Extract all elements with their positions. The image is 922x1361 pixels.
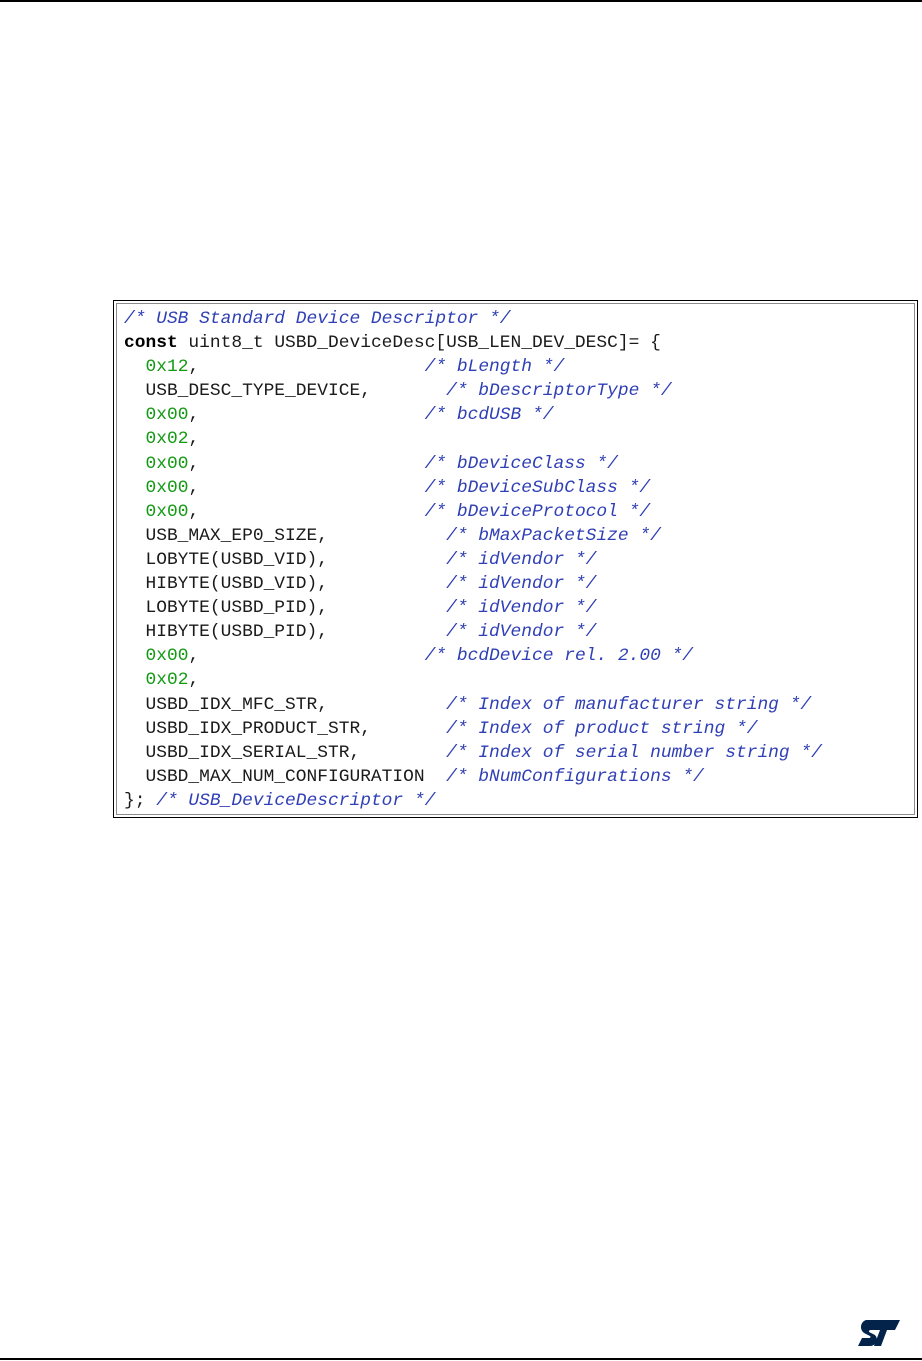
code-comment: /* bDescriptorType */ <box>446 381 672 402</box>
code-number: 0x12 <box>145 357 189 378</box>
code-text: USBD_IDX_MFC_STR, <box>124 694 447 715</box>
code-text: USBD_IDX_SERIAL_STR, <box>124 742 447 763</box>
code-number: 0x00 <box>145 477 189 498</box>
code-comment: /* USB_DeviceDescriptor */ <box>156 790 436 811</box>
code-line: 0x02, <box>124 668 822 692</box>
code-number: 0x00 <box>145 501 189 522</box>
code-comment: /* bcdDevice rel. 2.00 */ <box>424 646 694 667</box>
code-text: HIBYTE(USBD_VID), <box>124 574 447 595</box>
header-rule <box>0 0 922 2</box>
code-comment: /* bMaxPacketSize */ <box>446 525 661 546</box>
code-comment: /* Index of serial number string */ <box>446 742 822 763</box>
code-line: 0x00, /* bcdDevice rel. 2.00 */ <box>124 644 822 668</box>
st-logo-icon <box>858 1320 900 1346</box>
code-number: 0x00 <box>145 405 189 426</box>
code-number: 0x02 <box>145 670 189 691</box>
code-text: USBD_IDX_PRODUCT_STR, <box>124 718 447 739</box>
code-text: , <box>188 429 200 450</box>
code-line: USBD_MAX_NUM_CONFIGURATION /* bNumConfig… <box>124 765 822 789</box>
code-text: LOBYTE(USBD_PID), <box>124 598 447 619</box>
code-line: 0x12, /* bLength */ <box>124 355 822 379</box>
code-line: USB_DESC_TYPE_DEVICE, /* bDescriptorType… <box>124 379 822 403</box>
code-text: , <box>188 453 425 474</box>
code-line: USBD_IDX_PRODUCT_STR, /* Index of produc… <box>124 717 822 741</box>
code-comment: /* idVendor */ <box>446 598 597 619</box>
code-line: USBD_IDX_SERIAL_STR, /* Index of serial … <box>124 741 822 765</box>
code-comment: /* bcdUSB */ <box>424 405 554 426</box>
code-text: , <box>188 646 425 667</box>
code-line: const uint8_t USBD_DeviceDesc[USB_LEN_DE… <box>124 331 822 355</box>
code-comment: /* bDeviceProtocol */ <box>424 501 651 522</box>
code-comment: /* idVendor */ <box>446 574 597 595</box>
code-text: USB_MAX_EP0_SIZE, <box>124 525 447 546</box>
code-comment: /* Index of product string */ <box>446 718 758 739</box>
code-comment: /* bDeviceSubClass */ <box>424 477 651 498</box>
code-comment: /* bLength */ <box>424 357 565 378</box>
code-text: , <box>188 405 425 426</box>
code-line: }; /* USB_DeviceDescriptor */ <box>124 789 822 813</box>
code-comment: /* idVendor */ <box>446 549 597 570</box>
code-comment: /* Index of manufacturer string */ <box>446 694 812 715</box>
code-listing: /* USB Standard Device Descriptor */cons… <box>124 307 822 813</box>
code-line: LOBYTE(USBD_PID), /* idVendor */ <box>124 596 822 620</box>
code-line: 0x02, <box>124 427 822 451</box>
code-line: 0x00, /* bDeviceProtocol */ <box>124 500 822 524</box>
code-comment: /* idVendor */ <box>446 622 597 643</box>
code-text: , <box>188 357 425 378</box>
code-number: 0x02 <box>145 429 189 450</box>
code-listing-frame: /* USB Standard Device Descriptor */cons… <box>113 300 918 818</box>
code-line: LOBYTE(USBD_VID), /* idVendor */ <box>124 548 822 572</box>
code-text: , <box>188 477 425 498</box>
code-comment: /* bNumConfigurations */ <box>446 766 704 787</box>
code-text: , <box>188 501 425 522</box>
code-line: 0x00, /* bDeviceSubClass */ <box>124 476 822 500</box>
code-comment: /* bDeviceClass */ <box>424 453 618 474</box>
code-text: USB_DESC_TYPE_DEVICE, <box>124 381 447 402</box>
code-number: 0x00 <box>145 646 189 667</box>
code-text: , <box>188 670 200 691</box>
code-text: uint8_t USBD_DeviceDesc[USB_LEN_DEV_DESC… <box>177 333 661 354</box>
code-line: USBD_IDX_MFC_STR, /* Index of manufactur… <box>124 693 822 717</box>
code-number: 0x00 <box>145 453 189 474</box>
code-comment: /* USB Standard Device Descriptor */ <box>124 309 511 329</box>
code-line: 0x00, /* bDeviceClass */ <box>124 452 822 476</box>
code-keyword: const <box>124 333 178 354</box>
code-text: LOBYTE(USBD_VID), <box>124 549 447 570</box>
code-line: /* USB Standard Device Descriptor */ <box>124 307 822 331</box>
code-line: 0x00, /* bcdUSB */ <box>124 403 822 427</box>
code-text: }; <box>124 790 157 811</box>
code-line: HIBYTE(USBD_VID), /* idVendor */ <box>124 572 822 596</box>
code-line: USB_MAX_EP0_SIZE, /* bMaxPacketSize */ <box>124 524 822 548</box>
code-text: HIBYTE(USBD_PID), <box>124 622 447 643</box>
code-line: HIBYTE(USBD_PID), /* idVendor */ <box>124 620 822 644</box>
code-text: USBD_MAX_NUM_CONFIGURATION <box>124 766 447 787</box>
footer-rule <box>0 1358 922 1360</box>
